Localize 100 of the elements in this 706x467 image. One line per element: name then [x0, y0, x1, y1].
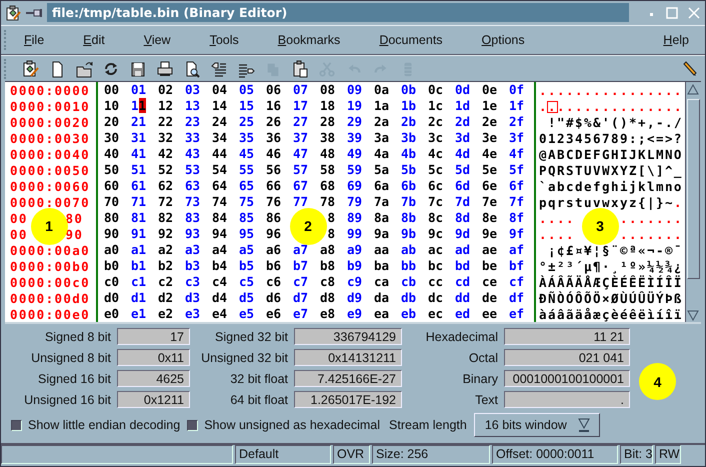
hex-byte[interactable]: 20	[104, 117, 120, 127]
ascii-text[interactable]: ÐÑÒÓÔÕÖ×ØÙÚÛÜÝÞß	[539, 294, 683, 304]
hex-byte[interactable]: a8	[320, 245, 336, 255]
hex-byte[interactable]: 8d	[455, 213, 470, 223]
hex-byte[interactable]: 17	[293, 101, 308, 111]
hex-byte[interactable]: 3c	[428, 133, 444, 143]
hex-byte[interactable]: 81	[131, 213, 146, 223]
hex-byte[interactable]: 1e	[482, 101, 498, 111]
hex-byte[interactable]: ed	[455, 309, 470, 319]
hex-byte[interactable]: 8	[328, 213, 336, 223]
hex-byte[interactable]: e1	[131, 309, 146, 319]
hex-byte[interactable]: b1	[131, 261, 146, 271]
hex-byte[interactable]: bb	[401, 261, 416, 271]
hex-byte[interactable]: 5b	[401, 165, 416, 175]
ascii-text[interactable]: @ABCDEFGHIJKLMNO	[539, 150, 683, 160]
hex-byte[interactable]: 2f	[509, 117, 524, 127]
hex-byte[interactable]: 72	[158, 197, 174, 207]
pencil-icon[interactable]	[681, 60, 697, 76]
hex-byte[interactable]: b8	[320, 261, 336, 271]
hex-byte[interactable]: 36	[266, 133, 282, 143]
hex-byte[interactable]: cb	[401, 277, 416, 287]
hex-byte[interactable]: b4	[212, 261, 228, 271]
hex-byte[interactable]: ba	[374, 261, 390, 271]
hex-byte[interactable]: bc	[428, 261, 444, 271]
hex-byte[interactable]: 27	[293, 117, 308, 127]
hex-byte[interactable]: c7	[293, 277, 308, 287]
hex-byte[interactable]: 32	[158, 133, 174, 143]
hex-byte[interactable]: 89	[347, 213, 362, 223]
ascii-text[interactable]: ..............	[557, 102, 683, 112]
ascii-text[interactable]: !"#$%&'()*+,-./	[548, 118, 683, 128]
hex-byte[interactable]: 92	[158, 229, 174, 239]
hex-byte[interactable]: 6a	[374, 181, 390, 191]
hex-byte[interactable]: be	[482, 261, 498, 271]
hex-byte[interactable]: e2	[158, 309, 174, 319]
menu-item[interactable]: Edit	[83, 33, 105, 47]
hex-byte[interactable]: 26	[266, 117, 282, 127]
ascii-text[interactable]: .	[548, 102, 557, 112]
hex-byte[interactable]: 53	[185, 165, 200, 175]
hex-byte[interactable]: b6	[266, 261, 282, 271]
ascii-text[interactable]: .......	[620, 230, 683, 240]
hex-byte[interactable]: 52	[158, 165, 174, 175]
hex-byte[interactable]: ec	[428, 309, 444, 319]
hex-byte[interactable]: 71	[131, 197, 146, 207]
hex-byte[interactable]: 15	[239, 101, 254, 111]
menu-item[interactable]: Options	[482, 33, 525, 47]
hex-byte[interactable]: 04	[212, 85, 228, 95]
hex-byte[interactable]: d2	[158, 293, 174, 303]
hex-byte[interactable]: 00	[104, 85, 120, 95]
hex-byte[interactable]: ad	[455, 245, 470, 255]
hex-byte[interactable]: 8a	[374, 213, 390, 223]
hex-byte[interactable]: 3b	[401, 133, 416, 143]
hex-byte[interactable]: c1	[131, 277, 146, 287]
hex-byte[interactable]: a2	[158, 245, 174, 255]
hex-byte[interactable]: c4	[212, 277, 228, 287]
hex-byte[interactable]: 09	[347, 85, 362, 95]
hex-byte[interactable]: 03	[185, 85, 200, 95]
hex-byte[interactable]: c2	[158, 277, 174, 287]
hex-byte[interactable]: 19	[347, 101, 362, 111]
hex-byte[interactable]: 29	[347, 117, 362, 127]
hex-byte[interactable]: 63	[185, 181, 200, 191]
hex-byte[interactable]: eb	[401, 309, 416, 319]
hex-byte[interactable]: 5a	[374, 165, 390, 175]
hex-byte[interactable]: 8f	[509, 213, 524, 223]
hex-byte[interactable]: ab	[401, 245, 416, 255]
hex-byte[interactable]: 35	[239, 133, 254, 143]
indent-left-icon[interactable]	[210, 60, 228, 78]
hex-byte[interactable]: 7b	[401, 197, 416, 207]
menu-item[interactable]: View	[144, 33, 171, 47]
menu-item[interactable]: Documents	[379, 33, 443, 47]
value-field[interactable]: 17	[117, 328, 190, 345]
hex-byte[interactable]: b9	[347, 261, 362, 271]
hex-byte[interactable]: a7	[293, 245, 308, 255]
hex-byte[interactable]: c9	[347, 277, 362, 287]
hex-byte[interactable]: c0	[104, 277, 120, 287]
hex-byte[interactable]: 10	[104, 101, 120, 111]
hex-byte[interactable]: ce	[482, 277, 498, 287]
hex-byte[interactable]: 8e	[482, 213, 498, 223]
hex-byte[interactable]: 2a	[374, 117, 390, 127]
hex-byte[interactable]: 68	[320, 181, 336, 191]
hex-byte[interactable]: 70	[104, 197, 120, 207]
hex-byte[interactable]: e3	[185, 309, 200, 319]
hex-byte[interactable]: db	[401, 293, 416, 303]
hex-byte[interactable]: e5	[239, 309, 254, 319]
hex-byte[interactable]: ac	[428, 245, 444, 255]
hex-byte[interactable]: 55	[239, 165, 254, 175]
hex-byte[interactable]: 1d	[455, 101, 470, 111]
hex-byte[interactable]: 82	[158, 213, 174, 223]
printer-icon[interactable]	[156, 60, 174, 78]
hex-byte[interactable]: a6	[266, 245, 282, 255]
hex-byte[interactable]: 76	[266, 197, 282, 207]
ascii-text[interactable]: .	[539, 102, 548, 112]
hex-byte[interactable]: 93	[185, 229, 200, 239]
hex-byte[interactable]: 39	[347, 133, 362, 143]
menu-item[interactable]: Help	[663, 33, 689, 47]
ascii-text[interactable]: ................	[539, 86, 683, 96]
value-field[interactable]: .	[504, 391, 630, 408]
hex-byte[interactable]: 4b	[401, 149, 416, 159]
hex-byte[interactable]: 49	[347, 149, 362, 159]
hex-byte[interactable]: 1c	[428, 101, 444, 111]
hex-byte[interactable]: dc	[428, 293, 444, 303]
